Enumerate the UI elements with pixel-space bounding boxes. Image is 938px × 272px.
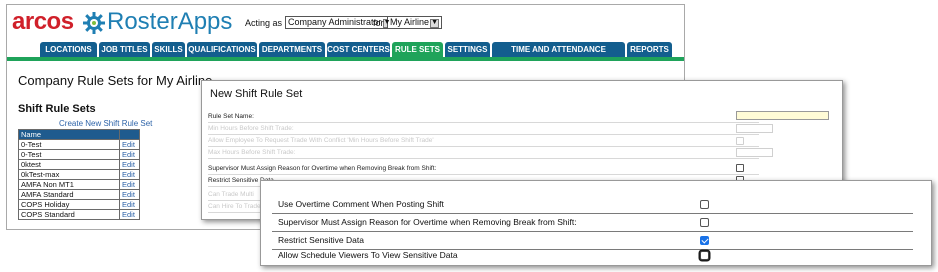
gear-logo-icon [82,11,106,40]
supervisor-reason-zoom-row: Supervisor Must Assign Reason for Overti… [272,214,913,232]
allow-trade-conflict-label: Allow Employee To Request Trade With Con… [208,137,434,144]
table-row: COPS Standard Edit [18,209,140,220]
tab-departments[interactable]: DEPARTMENTS [259,42,325,57]
allow-trade-conflict-checkbox[interactable] [736,137,744,145]
acting-as-label: Acting as [245,18,283,28]
create-rule-set-link[interactable]: Create New Shift Rule Set [59,119,152,128]
rule-set-name: 0-Test [18,139,120,150]
table-row: AMFA Non MT1 Edit [18,179,140,190]
rule-set-name: AMFA Standard [18,189,120,200]
page-title: Company Rule Sets for My Airline [18,73,213,88]
edit-link[interactable]: Edit [119,189,140,200]
table-row: COPS Holiday Edit [18,199,140,210]
rule-set-name-row: Rule Set Name: [208,111,759,123]
company-select[interactable]: My Airline ▼ [387,16,443,29]
can-hire-to-trade-label: Can Hire To Trade [208,203,261,210]
allow-viewers-sensitive-label: Allow Schedule Viewers To View Sensitive… [278,250,458,260]
chevron-down-icon: ▼ [383,19,391,26]
overtime-comment-row: Use Overtime Comment When Posting Shift [272,196,913,214]
edit-link[interactable]: Edit [119,209,140,220]
edit-link[interactable]: Edit [119,149,140,160]
section-title: Shift Rule Sets [18,103,96,115]
table-row: 0-Test Edit [18,139,140,150]
column-header-edit [119,129,140,140]
rule-set-name: 0ktest [18,159,120,170]
rule-set-name: COPS Standard [18,209,120,220]
edit-link[interactable]: Edit [119,179,140,190]
for-label: for [373,18,384,28]
min-hours-label: Min Hours Before Shift Trade: [208,125,294,132]
table-row: 0-Test Edit [18,149,140,160]
rule-set-name: 0kTest-max [18,169,120,180]
tab-rule-sets[interactable]: RULE SETS [392,42,443,57]
table-row: 0kTest-max Edit [18,169,140,180]
overtime-comment-label: Use Overtime Comment When Posting Shift [278,199,444,209]
tab-cost-centers[interactable]: COST CENTERS [327,42,390,57]
restrict-sensitive-zoom-checkbox[interactable] [700,236,709,245]
can-trade-multi-label: Can Trade Multi [208,191,254,198]
tab-job-titles[interactable]: JOB TITLES [99,42,150,57]
allow-viewers-sensitive-checkbox[interactable] [700,251,709,260]
min-hours-input[interactable] [736,124,773,133]
edit-link[interactable]: Edit [119,169,140,180]
edit-link[interactable]: Edit [119,159,140,170]
table-row: AMFA Standard Edit [18,189,140,200]
tab-locations[interactable]: LOCATIONS [40,42,97,57]
tab-settings[interactable]: SETTINGS [445,42,490,57]
tab-skills[interactable]: SKILLS [152,42,185,57]
supervisor-reason-row: Supervisor Must Assign Reason for Overti… [208,163,759,175]
rule-set-name: 0-Test [18,149,120,160]
max-hours-label: Max Hours Before Shift Trade: [208,149,296,156]
tab-qualifications[interactable]: QUALIFICATIONS [187,42,257,57]
edit-link[interactable]: Edit [119,199,140,210]
supervisor-reason-label: Supervisor Must Assign Reason for Overti… [208,165,437,172]
arcos-logo: arcos [12,8,74,35]
column-header-name: Name [18,129,120,140]
rule-set-name-input[interactable] [736,111,829,120]
max-hours-row: Max Hours Before Shift Trade: [208,147,759,159]
supervisor-reason-zoom-checkbox[interactable] [700,218,709,227]
overtime-comment-checkbox[interactable] [700,200,709,209]
supervisor-reason-checkbox[interactable] [736,164,744,172]
zoomed-options-callout: Use Overtime Comment When Posting Shift … [260,180,932,266]
rule-sets-table: Name 0-Test Edit 0-Test Edit 0ktest Edit 0k… [18,129,140,220]
rosterapps-logo: RosterApps [107,8,233,35]
rule-set-name: AMFA Non MT1 [18,179,120,190]
edit-link[interactable]: Edit [119,139,140,150]
chevron-down-icon: ▼ [431,19,439,26]
rule-set-name-label: Rule Set Name: [208,113,254,120]
dialog-title: New Shift Rule Set [210,88,303,100]
allow-trade-conflict-row: Allow Employee To Request Trade With Con… [208,135,759,147]
table-row: 0ktest Edit [18,159,140,170]
rule-set-name: COPS Holiday [18,199,120,210]
min-hours-row: Min Hours Before Shift Trade: [208,123,759,135]
tab-reports[interactable]: REPORTS [627,42,672,57]
table-header-row: Name [18,129,140,140]
max-hours-input[interactable] [736,148,773,157]
supervisor-reason-zoom-label: Supervisor Must Assign Reason for Overti… [278,217,577,227]
company-select-value: My Airline [390,17,430,27]
nav-underline [7,57,684,61]
tab-time-and-attendance-settings[interactable]: TIME AND ATTENDANCE SETTINGS [492,42,625,69]
allow-viewers-sensitive-row: Allow Schedule Viewers To View Sensitive… [272,247,913,265]
role-select-value: Company Administrator [288,17,382,27]
app-header: arcos RosterApps Acting as Company Admin… [7,5,684,41]
